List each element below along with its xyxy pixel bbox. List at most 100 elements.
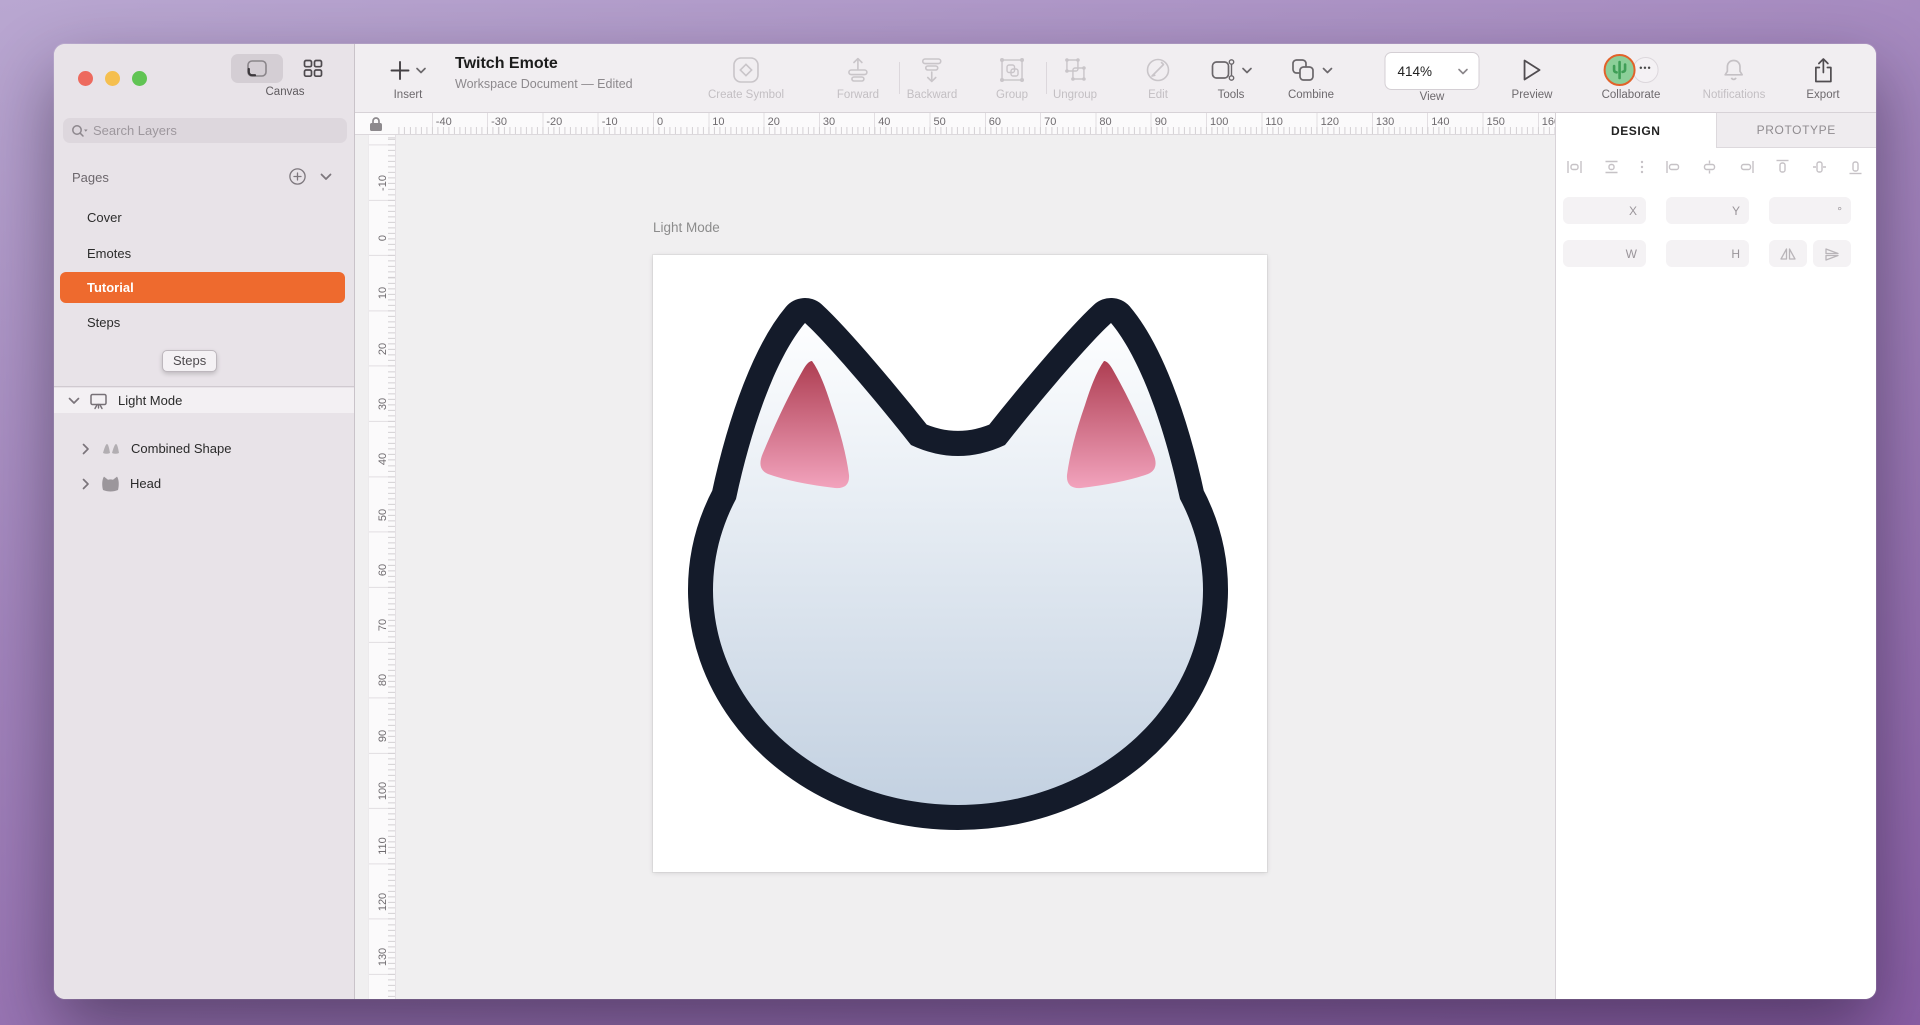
export-button[interactable]: Export (1806, 52, 1839, 101)
ruler-number: -10 (602, 116, 618, 128)
minimize-window-button[interactable] (105, 71, 120, 86)
toolbar-divider (899, 62, 900, 94)
chevron-down-icon (1322, 67, 1333, 74)
align-center-horizontal-icon[interactable] (1701, 159, 1718, 175)
rotation-field[interactable]: ° (1769, 197, 1851, 224)
ruler-corner (355, 113, 396, 135)
distribute-horizontally-icon[interactable] (1566, 159, 1583, 175)
y-position-field[interactable]: Y (1666, 197, 1749, 224)
ruler-number: 110 (377, 838, 389, 856)
alignment-toolbar (1566, 159, 1864, 175)
page-label: Steps (87, 315, 120, 330)
layer-label: Combined Shape (131, 441, 231, 456)
ruler-number: 30 (377, 398, 389, 410)
cat-head-drawing[interactable] (653, 255, 1267, 872)
layer-label: Light Mode (118, 393, 182, 408)
horizontal-ruler[interactable]: -40-30-20-100102030405060708090100110120… (355, 113, 1555, 135)
flip-vertical-icon (1824, 247, 1840, 261)
page-label: Tutorial (87, 280, 134, 295)
layer-item-combined-shape[interactable]: Combined Shape (54, 436, 354, 461)
ruler-number: -10 (377, 175, 389, 191)
canvas-area[interactable]: Light Mode (355, 113, 1555, 999)
ruler-number: 140 (1431, 116, 1449, 128)
edit-button[interactable]: Edit (1144, 52, 1172, 101)
collaborator-avatar[interactable] (1603, 54, 1635, 86)
lock-icon[interactable] (367, 115, 385, 133)
align-top-icon[interactable] (1774, 159, 1791, 175)
flip-vertical-button[interactable] (1813, 240, 1851, 267)
grid-icon (302, 59, 324, 78)
preview-button[interactable]: Preview (1512, 52, 1553, 101)
chevron-down-icon[interactable] (68, 397, 80, 405)
ungroup-button[interactable]: Ungroup (1053, 52, 1097, 101)
pages-collapse-chevron[interactable] (320, 173, 332, 181)
artboard-light-mode[interactable] (653, 255, 1267, 872)
size-fields-row: W H (1563, 240, 1858, 267)
ruler-number: 100 (1210, 116, 1228, 128)
ruler-number: 50 (377, 508, 389, 520)
layer-item-head[interactable]: Head (54, 471, 354, 496)
flip-horizontal-button[interactable] (1769, 240, 1807, 267)
ruler-number: 110 (1265, 116, 1283, 128)
move-forward-icon (844, 56, 872, 84)
document-subtitle: Workspace Document — Edited (455, 77, 633, 91)
search-layers-field[interactable] (63, 118, 347, 143)
tab-design[interactable]: DESIGN (1556, 113, 1716, 148)
align-right-icon[interactable] (1738, 159, 1755, 175)
align-bottom-icon[interactable] (1847, 159, 1864, 175)
ruler-number: 20 (377, 342, 389, 354)
width-field[interactable]: W (1563, 240, 1646, 267)
page-item-tutorial-selected[interactable]: Tutorial (60, 272, 345, 303)
combined-shape-icon (100, 442, 122, 455)
canvas-view-button[interactable] (231, 54, 283, 83)
ruler-number: 130 (1376, 116, 1394, 128)
collaborate-button[interactable]: ••• Collaborate (1602, 52, 1661, 101)
ruler-number: 90 (377, 730, 389, 742)
edit-icon (1144, 56, 1172, 84)
zoom-level-dropdown[interactable]: 414% (1385, 52, 1480, 90)
layer-item-light-mode[interactable]: Light Mode (54, 388, 354, 413)
tab-prototype[interactable]: PROTOTYPE (1716, 113, 1877, 148)
sidebar: Canvas Pages Cover Emotes (54, 44, 355, 999)
height-field[interactable]: H (1666, 240, 1749, 267)
layer-label: Head (130, 476, 161, 491)
page-label: Cover (87, 210, 122, 225)
tools-button[interactable]: Tools (1210, 52, 1253, 101)
combine-button[interactable]: Combine (1288, 52, 1334, 101)
grid-view-button[interactable] (287, 54, 339, 83)
ruler-number: 70 (377, 619, 389, 631)
x-field-label: X (1629, 204, 1637, 218)
create-symbol-button[interactable]: Create Symbol (708, 52, 784, 101)
collaborate-more-button[interactable]: ••• (1632, 57, 1658, 83)
ruler-number: -20 (546, 116, 562, 128)
chevron-down-icon (1242, 67, 1253, 74)
ruler-number: 40 (377, 453, 389, 465)
page-item-cover[interactable]: Cover (60, 203, 345, 232)
align-left-icon[interactable] (1665, 159, 1682, 175)
backward-button[interactable]: Backward (907, 52, 958, 101)
search-input[interactable] (93, 123, 339, 138)
insert-button[interactable]: Insert (390, 52, 427, 101)
vertical-ruler[interactable]: -100102030405060708090100110120130 (368, 135, 396, 999)
forward-button[interactable]: Forward (837, 52, 879, 101)
align-center-vertical-icon[interactable] (1811, 159, 1828, 175)
page-item-emotes[interactable]: Emotes (60, 239, 345, 268)
x-position-field[interactable]: X (1563, 197, 1646, 224)
group-button[interactable]: Group (996, 52, 1028, 101)
distribute-vertically-icon[interactable] (1603, 159, 1620, 175)
chevron-right-icon[interactable] (82, 443, 90, 455)
add-page-button[interactable] (289, 168, 306, 185)
plus-icon (390, 60, 411, 81)
more-options-dots-icon[interactable] (1639, 159, 1645, 175)
notifications-button[interactable]: Notifications (1703, 52, 1766, 101)
ruler-number: 60 (989, 116, 1001, 128)
tools-icon (1210, 56, 1237, 84)
artboard-title[interactable]: Light Mode (653, 220, 720, 235)
close-window-button[interactable] (78, 71, 93, 86)
page-item-steps[interactable]: Steps (60, 308, 345, 337)
ruler-number: 120 (1321, 116, 1339, 128)
chevron-right-icon[interactable] (82, 478, 90, 490)
ruler-number: 10 (712, 116, 724, 128)
zoom-window-button[interactable] (132, 71, 147, 86)
cat-head-icon (100, 475, 121, 492)
